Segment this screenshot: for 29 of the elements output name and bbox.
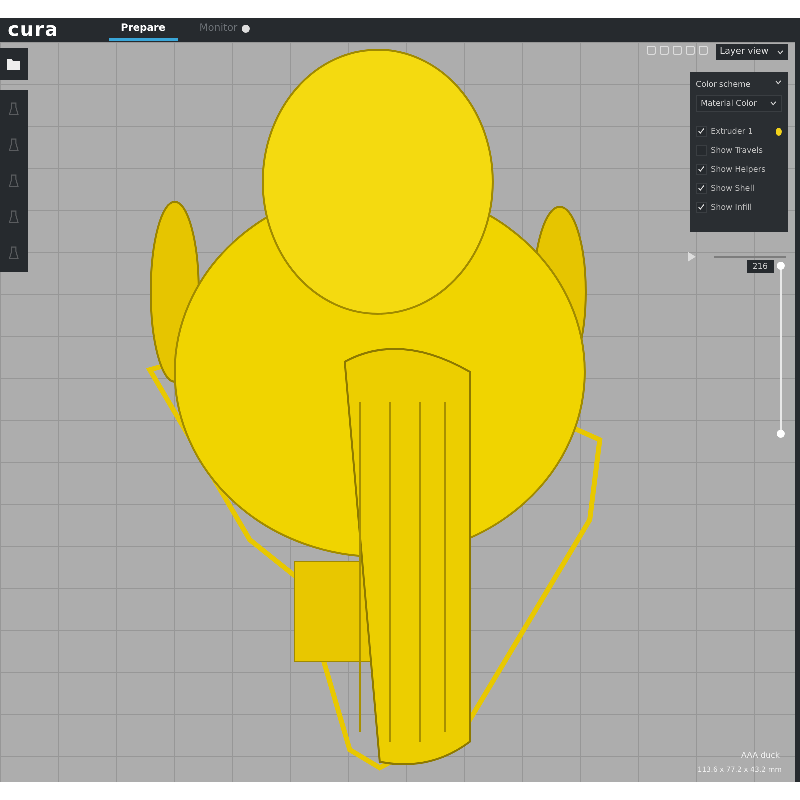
tool-icon xyxy=(9,208,19,226)
option-label: Show Travels xyxy=(711,146,764,155)
folder-icon xyxy=(6,57,22,71)
object-name: AAA duck xyxy=(741,751,780,760)
color-scheme-dropdown[interactable]: Material Color xyxy=(696,95,782,112)
tool-icon xyxy=(9,100,19,118)
open-file-button[interactable] xyxy=(0,48,28,80)
checkbox[interactable] xyxy=(696,202,707,213)
layer-number: 216 xyxy=(746,260,774,273)
play-icon[interactable] xyxy=(688,252,696,262)
tool-icon xyxy=(9,172,19,190)
option-label: Show Helpers xyxy=(711,165,767,174)
option-label: Show Shell xyxy=(711,184,756,193)
view-dropdown[interactable]: Layer view xyxy=(716,44,788,60)
chevron-down-icon xyxy=(777,50,784,54)
slider-handle[interactable] xyxy=(777,430,785,438)
slider-handle[interactable] xyxy=(777,262,785,270)
tool-icon xyxy=(9,136,19,154)
panel-title: Color scheme xyxy=(696,80,751,89)
option-label: Show Infill xyxy=(711,203,754,212)
checkbox[interactable] xyxy=(696,183,707,194)
app-logo: cura xyxy=(8,20,59,40)
option-label: Extruder 1 xyxy=(711,127,754,136)
checkbox[interactable] xyxy=(696,126,707,137)
status-icon xyxy=(242,24,250,32)
checkbox[interactable] xyxy=(696,164,707,175)
tool-icon xyxy=(9,244,19,262)
chevron-down-icon xyxy=(770,101,777,106)
chevron-down-icon xyxy=(775,80,782,85)
